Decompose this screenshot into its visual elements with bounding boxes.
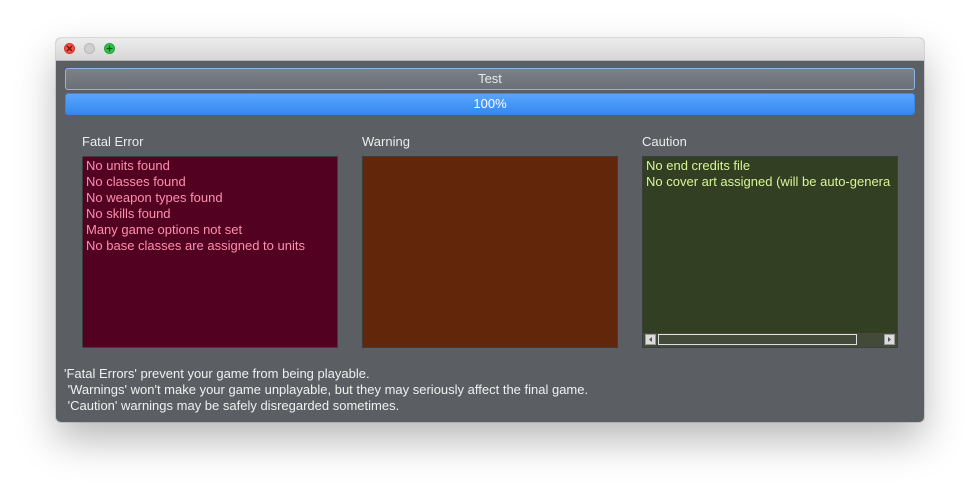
caution-label: Caution	[642, 134, 687, 149]
app-window: Test 100% Fatal Error No units found No …	[56, 38, 924, 422]
warning-list[interactable]	[362, 156, 618, 348]
title-bar[interactable]	[56, 38, 924, 61]
progress-bar: 100%	[65, 93, 915, 115]
legend-line-warning: 'Warnings' won't make your game unplayab…	[64, 382, 589, 397]
list-item[interactable]: Many game options not set	[86, 222, 337, 238]
list-item[interactable]: No skills found	[86, 206, 337, 222]
list-item[interactable]: No base classes are assigned to units	[86, 238, 337, 254]
close-icon[interactable]	[64, 43, 75, 54]
warning-label: Warning	[362, 134, 410, 149]
legend-line-fatal: 'Fatal Errors' prevent your game from be…	[64, 366, 370, 381]
scroll-left-icon[interactable]	[645, 334, 656, 345]
progress-label: 100%	[473, 96, 507, 111]
list-item[interactable]: No weapon types found	[86, 190, 337, 206]
scrollbar-track[interactable]	[658, 334, 857, 345]
test-button[interactable]: Test	[65, 68, 915, 90]
list-item[interactable]: No end credits file	[646, 158, 897, 174]
horizontal-scrollbar[interactable]	[643, 333, 897, 347]
maximize-icon[interactable]	[104, 43, 115, 54]
caution-list[interactable]: No end credits file No cover art assigne…	[642, 156, 898, 348]
scroll-right-icon[interactable]	[884, 334, 895, 345]
fatal-error-label: Fatal Error	[82, 134, 144, 149]
legend-text: 'Fatal Errors' prevent your game from be…	[64, 366, 588, 414]
list-item[interactable]: No cover art assigned (will be auto-gene…	[646, 174, 897, 190]
list-item[interactable]: No units found	[86, 158, 337, 174]
list-item[interactable]: No classes found	[86, 174, 337, 190]
fatal-error-list[interactable]: No units found No classes found No weapo…	[82, 156, 338, 348]
legend-line-caution: 'Caution' warnings may be safely disrega…	[64, 398, 400, 413]
minimize-icon[interactable]	[84, 43, 95, 54]
